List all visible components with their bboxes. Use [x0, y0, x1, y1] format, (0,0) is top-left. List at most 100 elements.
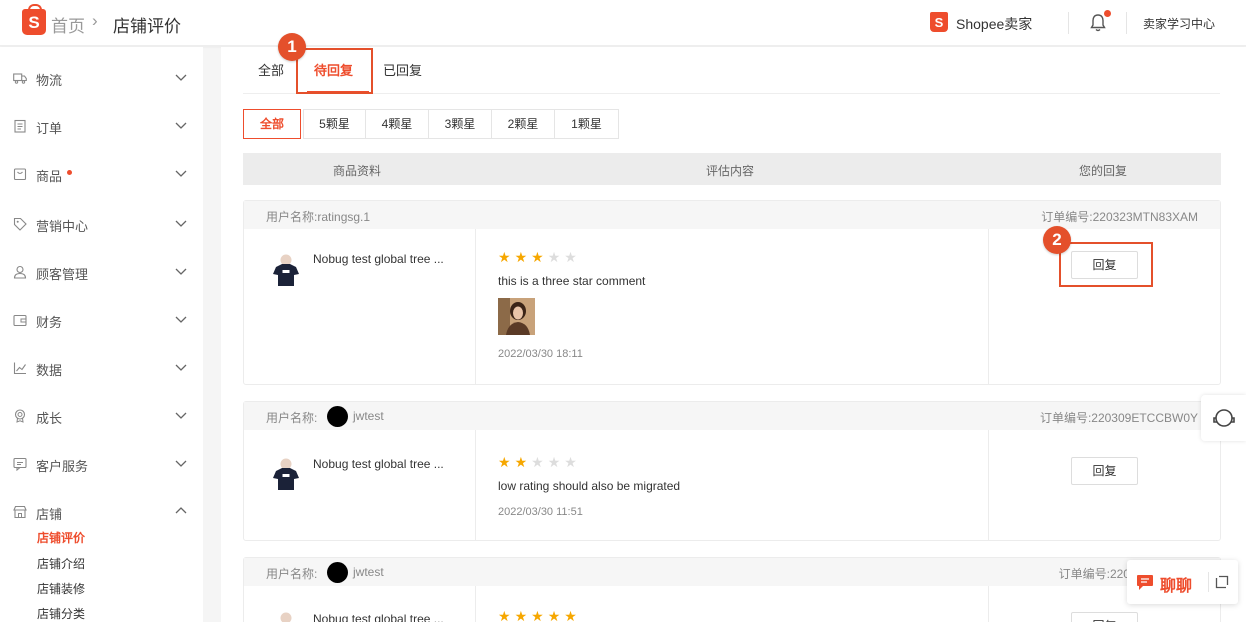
- user-avatar: [327, 562, 348, 583]
- tabs-divider: [243, 93, 1220, 94]
- star-empty-icon: ★: [547, 249, 565, 265]
- truck-icon: [13, 73, 27, 84]
- review-card-header: 用户名称: jwtest 订单编号:220309ETCCBW0Y: [244, 402, 1220, 430]
- chevron-down-icon: [175, 460, 187, 467]
- page-title: 店铺评价: [113, 17, 181, 36]
- tag-icon: [13, 217, 27, 231]
- sidebar-item-marketing[interactable]: 营销中心: [0, 197, 203, 245]
- filter-4-star[interactable]: 4颗星: [365, 109, 429, 139]
- shopee-logo-icon[interactable]: S: [22, 4, 46, 35]
- review-card: 用户名称: jwtest 订单编号:220309ETCCBW0Y Nobug t…: [243, 401, 1221, 541]
- sidebar-item-shop[interactable]: 店铺: [0, 485, 203, 533]
- table-header: 商品资料 评估内容 您的回复: [243, 153, 1221, 185]
- star-filled-icon: ★: [514, 249, 532, 265]
- sidebar-item-growth[interactable]: 成长: [0, 389, 203, 437]
- star-filled-icon: ★: [547, 608, 565, 622]
- main-content: 全部 待回复 已回复 1 全部 5颗星 4颗星 3颗星 2颗星 1颗星 商品资料…: [221, 33, 1246, 622]
- sidebar-subitem-shop-reviews[interactable]: 店铺评价: [37, 529, 85, 546]
- star-rating: ★★★★★: [498, 249, 581, 266]
- product-name[interactable]: Nobug test global tree ...: [313, 252, 444, 266]
- product-name[interactable]: Nobug test global tree ...: [313, 612, 444, 622]
- review-card-header: 用户名称: jwtest 订单编号:220309: [244, 558, 1220, 586]
- star-filled-icon: ★: [498, 454, 515, 470]
- sidebar-item-data[interactable]: 数据: [0, 341, 203, 389]
- review-card: 用户名称: jwtest 订单编号:220309 Nobug test glob…: [243, 557, 1221, 622]
- sidebar-subitem-shop-intro[interactable]: 店铺介绍: [37, 555, 85, 572]
- star-empty-icon: ★: [564, 454, 581, 470]
- bell-icon[interactable]: [1090, 13, 1106, 33]
- store-icon: [13, 505, 27, 519]
- chevron-up-icon: [175, 507, 187, 514]
- star-empty-icon: ★: [547, 454, 565, 470]
- shopee-brand-icon: S: [930, 12, 948, 32]
- filter-5-star[interactable]: 5颗星: [303, 109, 366, 139]
- star-empty-icon: ★: [564, 249, 581, 265]
- step-marker-2: 2: [1043, 226, 1071, 254]
- chevron-down-icon: [175, 412, 187, 419]
- notification-dot: [1104, 10, 1111, 17]
- chevron-down-icon: [175, 316, 187, 323]
- username: jwtest: [353, 565, 384, 579]
- product-name[interactable]: Nobug test global tree ...: [313, 457, 444, 471]
- column-divider: [475, 229, 476, 384]
- username-label: 用户名称:: [266, 411, 318, 425]
- highlight-box-reply-button: [1059, 242, 1153, 287]
- review-comment: low rating should also be migrated: [498, 479, 681, 493]
- user-avatar: [327, 406, 348, 427]
- breadcrumb-separator: ›: [92, 11, 98, 30]
- clipboard-icon: [14, 119, 26, 133]
- tab-all[interactable]: 全部: [258, 60, 284, 79]
- product-tshirt-thumbnail[interactable]: [268, 610, 304, 622]
- brand-name[interactable]: Shopee卖家: [956, 14, 1032, 34]
- sidebar-item-products[interactable]: 商品: [0, 147, 203, 195]
- column-header-reply: 您的回复: [1079, 164, 1128, 178]
- chevron-down-icon: [175, 364, 187, 371]
- sidebar-item-orders[interactable]: 订单: [0, 99, 203, 147]
- column-header-product: 商品资料: [333, 164, 382, 178]
- header-divider: [1068, 12, 1069, 34]
- star-filled-icon: ★: [498, 249, 515, 265]
- product-tshirt-thumbnail[interactable]: [268, 252, 304, 288]
- star-filled-icon: ★: [564, 608, 581, 622]
- sidebar-item-logistics[interactable]: 物流: [0, 51, 203, 99]
- breadcrumb-home[interactable]: 首页: [51, 12, 85, 37]
- star-rating: ★★★★★: [498, 608, 581, 622]
- expand-window-icon[interactable]: [1215, 575, 1229, 589]
- tab-replied[interactable]: 已回复: [383, 60, 422, 79]
- header-divider: [1126, 12, 1127, 34]
- reply-button[interactable]: 回复: [1071, 612, 1138, 622]
- star-filled-icon: ★: [514, 608, 532, 622]
- review-date: 2022/03/30 11:51: [498, 506, 583, 518]
- chevron-down-icon: [175, 170, 187, 177]
- sidebar-item-customer-service[interactable]: 客户服务: [0, 437, 203, 485]
- chat-bubble-icon: [1137, 575, 1153, 590]
- column-divider: [475, 430, 476, 540]
- sidebar-subitem-shop-categories[interactable]: 店铺分类: [37, 605, 85, 622]
- review-card: 用户名称:ratingsg.1 订单编号:220323MTN83XAM Nobu…: [243, 200, 1221, 385]
- products-badge-dot: [67, 170, 72, 175]
- review-comment: this is a three star comment: [498, 274, 646, 288]
- order-number: 订单编号:220323MTN83XAM: [1041, 210, 1198, 224]
- filter-3-star[interactable]: 3颗星: [428, 109, 492, 139]
- filter-1-star[interactable]: 1颗星: [554, 109, 619, 139]
- filter-all[interactable]: 全部: [243, 109, 301, 139]
- star-filled-icon: ★: [531, 249, 548, 265]
- username: jwtest: [353, 409, 384, 423]
- order-number: 订单编号:220309ETCCBW0Y: [1039, 411, 1198, 425]
- column-divider: [475, 586, 476, 622]
- product-tshirt-thumbnail[interactable]: [268, 456, 304, 492]
- sidebar-item-customers[interactable]: 顾客管理: [0, 245, 203, 293]
- reply-button[interactable]: 回复: [1071, 457, 1138, 485]
- review-photo[interactable]: [498, 298, 535, 335]
- filter-2-star[interactable]: 2颗星: [491, 109, 555, 139]
- learning-center-link[interactable]: 卖家学习中心: [1143, 15, 1215, 32]
- sidebar-subitem-shop-decoration[interactable]: 店铺装修: [37, 580, 85, 597]
- help-button[interactable]: [1201, 395, 1246, 441]
- column-divider: [988, 229, 989, 384]
- sidebar: 物流 订单 商品 营销中心 顾客管理 财务 数据 成长 客户服务 店铺 店铺评价…: [0, 47, 203, 622]
- chevron-down-icon: [175, 74, 187, 81]
- sidebar-item-finance[interactable]: 财务: [0, 293, 203, 341]
- wallet-icon: [13, 314, 27, 327]
- chat-divider: [1208, 572, 1209, 592]
- chat-button[interactable]: 聊聊: [1127, 560, 1238, 604]
